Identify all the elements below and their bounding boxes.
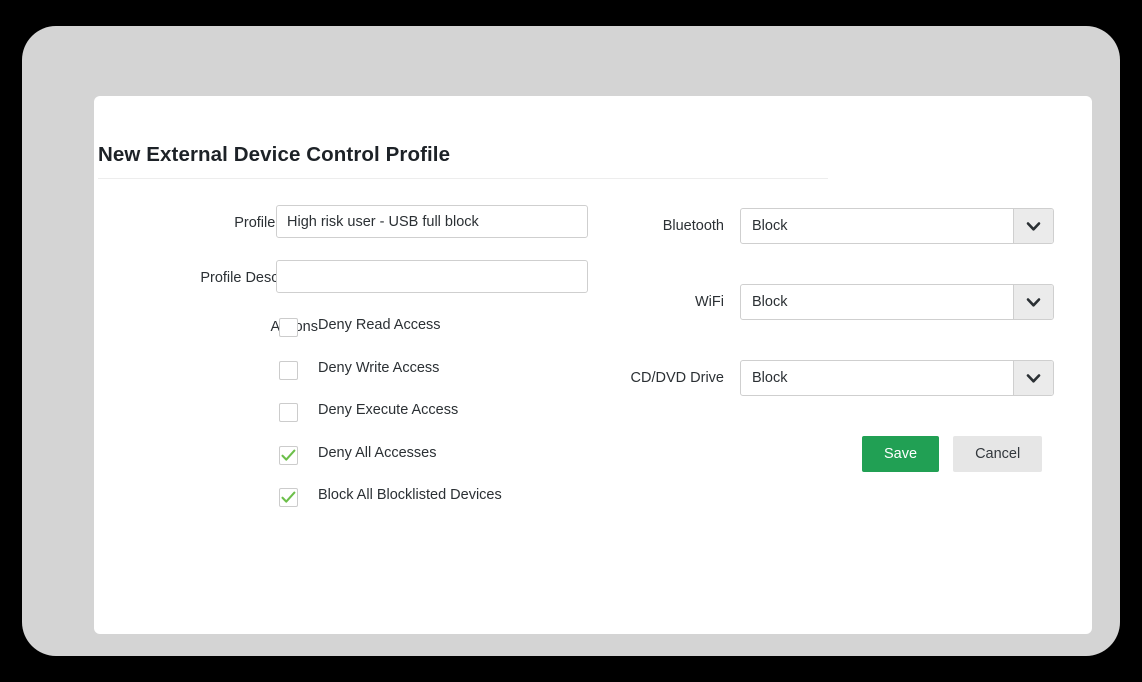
wifi-label: WiFi xyxy=(564,294,724,310)
title-divider xyxy=(98,178,828,179)
bluetooth-label: Bluetooth xyxy=(564,218,724,234)
bluetooth-select-value: Block xyxy=(741,209,1013,243)
checkbox-label-deny-all: Deny All Accesses xyxy=(318,445,436,461)
cd-dvd-drive-label: CD/DVD Drive xyxy=(564,370,724,386)
checkbox-label-deny-read: Deny Read Access xyxy=(318,317,441,333)
checkbox-label-block-blocklisted: Block All Blocklisted Devices xyxy=(318,487,502,503)
checkbox-deny-read[interactable] xyxy=(279,318,298,337)
chevron-down-icon[interactable] xyxy=(1013,209,1053,243)
chevron-down-icon[interactable] xyxy=(1013,361,1053,395)
dialog-card: New External Device Control Profile Prof… xyxy=(94,96,1092,634)
checkbox-label-deny-execute: Deny Execute Access xyxy=(318,402,458,418)
page-title: New External Device Control Profile xyxy=(98,143,450,167)
checkbox-deny-execute[interactable] xyxy=(279,403,298,422)
chevron-down-icon[interactable] xyxy=(1013,285,1053,319)
bluetooth-select[interactable]: Block xyxy=(740,208,1054,244)
cd-dvd-drive-select[interactable]: Block xyxy=(740,360,1054,396)
checkbox-deny-write[interactable] xyxy=(279,361,298,380)
wifi-select[interactable]: Block xyxy=(740,284,1054,320)
profile-name-input[interactable] xyxy=(276,205,588,238)
profile-description-input[interactable] xyxy=(276,260,588,293)
check-icon xyxy=(280,489,297,506)
checkbox-row-deny-all[interactable]: Deny All Accesses xyxy=(279,442,609,485)
checkbox-label-deny-write: Deny Write Access xyxy=(318,360,439,376)
wifi-select-value: Block xyxy=(741,285,1013,319)
cd-dvd-drive-select-value: Block xyxy=(741,361,1013,395)
cancel-button[interactable]: Cancel xyxy=(953,436,1042,472)
checkbox-block-blocklisted[interactable] xyxy=(279,488,298,507)
check-icon xyxy=(280,447,297,464)
checkbox-deny-all[interactable] xyxy=(279,446,298,465)
checkbox-row-deny-write[interactable]: Deny Write Access xyxy=(279,357,609,400)
checkbox-row-deny-execute[interactable]: Deny Execute Access xyxy=(279,399,609,442)
save-button[interactable]: Save xyxy=(862,436,939,472)
button-bar: Save Cancel xyxy=(862,436,1042,472)
window-frame: New External Device Control Profile Prof… xyxy=(22,26,1120,656)
checkbox-row-block-blocklisted[interactable]: Block All Blocklisted Devices xyxy=(279,484,609,527)
checkbox-row-deny-read[interactable]: Deny Read Access xyxy=(279,314,609,357)
actions-checkbox-list: Deny Read Access Deny Write Access Deny … xyxy=(279,314,609,527)
